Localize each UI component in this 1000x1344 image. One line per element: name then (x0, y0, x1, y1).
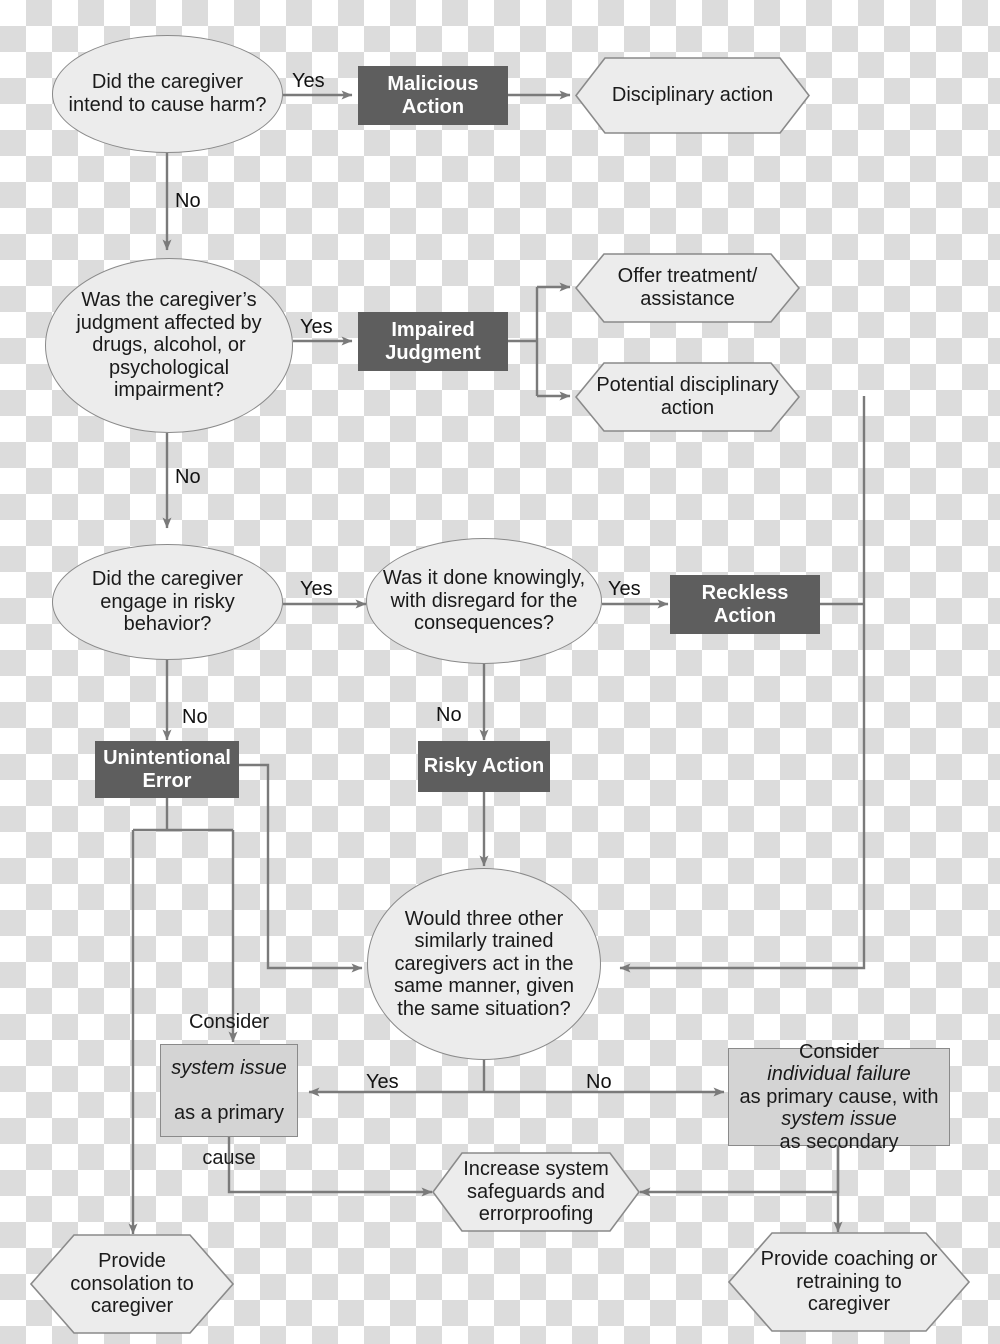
edge-label-no-5: No (586, 1071, 612, 1093)
decision-knowingly[interactable]: Was it done knowingly, with disregard fo… (366, 538, 602, 664)
individual-italic-2: system issue (781, 1108, 897, 1131)
hexagon-shape (30, 1234, 234, 1334)
outcome-increase-safeguards[interactable]: Increase system safeguards and errorproo… (432, 1152, 640, 1232)
classification-impaired[interactable]: Impaired Judgment (358, 312, 508, 371)
system-line-2: as a primary (173, 1101, 285, 1124)
decision-intent[interactable]: Did the caregiver intend to cause harm? (52, 35, 283, 153)
classification-risky-action-label: Risky Action (423, 755, 545, 778)
outcome-provide-consolation[interactable]: Provide consolation to caregiver (30, 1234, 234, 1334)
decision-knowingly-label: Was it done knowingly, with disregard fo… (382, 567, 586, 635)
hexagon-shape (575, 253, 800, 323)
classification-malicious-label: Malicious Action (387, 72, 479, 118)
outcome-disciplinary[interactable]: Disciplinary action (575, 57, 810, 134)
classification-impaired-label: Impaired Judgment (385, 318, 481, 364)
outcome-system-issue-box[interactable]: Consider system issue as a primary cause (160, 1011, 298, 1169)
outcome-potential-disciplinary[interactable]: Potential disciplinary action (575, 362, 800, 432)
edge-potential-circle (619, 396, 866, 973)
decision-intent-label: Did the caregiver intend to cause harm? (68, 71, 267, 116)
decision-judgment[interactable]: Was the caregiver’s judgment affected by… (45, 258, 293, 433)
outcome-offer-treatment[interactable]: Offer treatment/ assistance (575, 253, 800, 323)
edge-unintentional-circle (239, 763, 363, 973)
individual-italic-1: individual failure (767, 1063, 911, 1086)
hexagon-shape (728, 1232, 970, 1332)
classification-reckless[interactable]: Reckless Action (670, 575, 820, 634)
hexagon-shape (575, 57, 810, 134)
classification-unintentional-error[interactable]: Unintentional Error (95, 741, 239, 798)
hexagon-shape (575, 362, 800, 432)
edge-label-yes-1: Yes (292, 70, 325, 92)
system-italic-1: system issue (171, 1056, 287, 1079)
outcome-system-issue-text: Consider system issue as a primary cause (171, 1011, 287, 1169)
decision-risky-behavior[interactable]: Did the caregiver engage in risky behavi… (52, 544, 283, 660)
individual-mid: as primary cause, with (739, 1085, 939, 1108)
outcome-individual-failure-text: Consider individual failure as primary c… (740, 1041, 939, 1154)
classification-reckless-label: Reckless Action (701, 581, 789, 627)
outcome-provide-coaching[interactable]: Provide coaching or retraining to caregi… (728, 1232, 970, 1332)
individual-tail: as secondary (779, 1130, 899, 1153)
edge-label-no-1: No (175, 190, 201, 212)
decision-risky-behavior-label: Did the caregiver engage in risky behavi… (91, 568, 244, 636)
edge-label-no-4: No (436, 704, 462, 726)
system-line-3: cause (202, 1146, 256, 1169)
decision-substitution-test-label: Would three other similarly trained care… (393, 907, 575, 1020)
outcome-individual-failure-box[interactable]: Consider individual failure as primary c… (728, 1041, 950, 1153)
classification-risky-action[interactable]: Risky Action (418, 741, 550, 792)
edge-label-yes-2: Yes (300, 316, 333, 338)
edge-label-no-2: No (175, 466, 201, 488)
edge-label-yes-3: Yes (300, 578, 333, 600)
hexagon-shape (432, 1152, 640, 1232)
edge-label-yes-4: Yes (608, 578, 641, 600)
classification-malicious[interactable]: Malicious Action (358, 66, 508, 125)
decision-substitution-test[interactable]: Would three other similarly trained care… (367, 868, 601, 1060)
classification-unintentional-error-label: Unintentional Error (103, 746, 231, 792)
individual-lead: Consider (798, 1040, 880, 1063)
decision-judgment-label: Was the caregiver’s judgment affected by… (76, 289, 262, 402)
system-line-1: Consider (188, 1011, 270, 1034)
edge-label-no-3: No (182, 706, 208, 728)
edge-label-yes-5: Yes (366, 1071, 399, 1093)
